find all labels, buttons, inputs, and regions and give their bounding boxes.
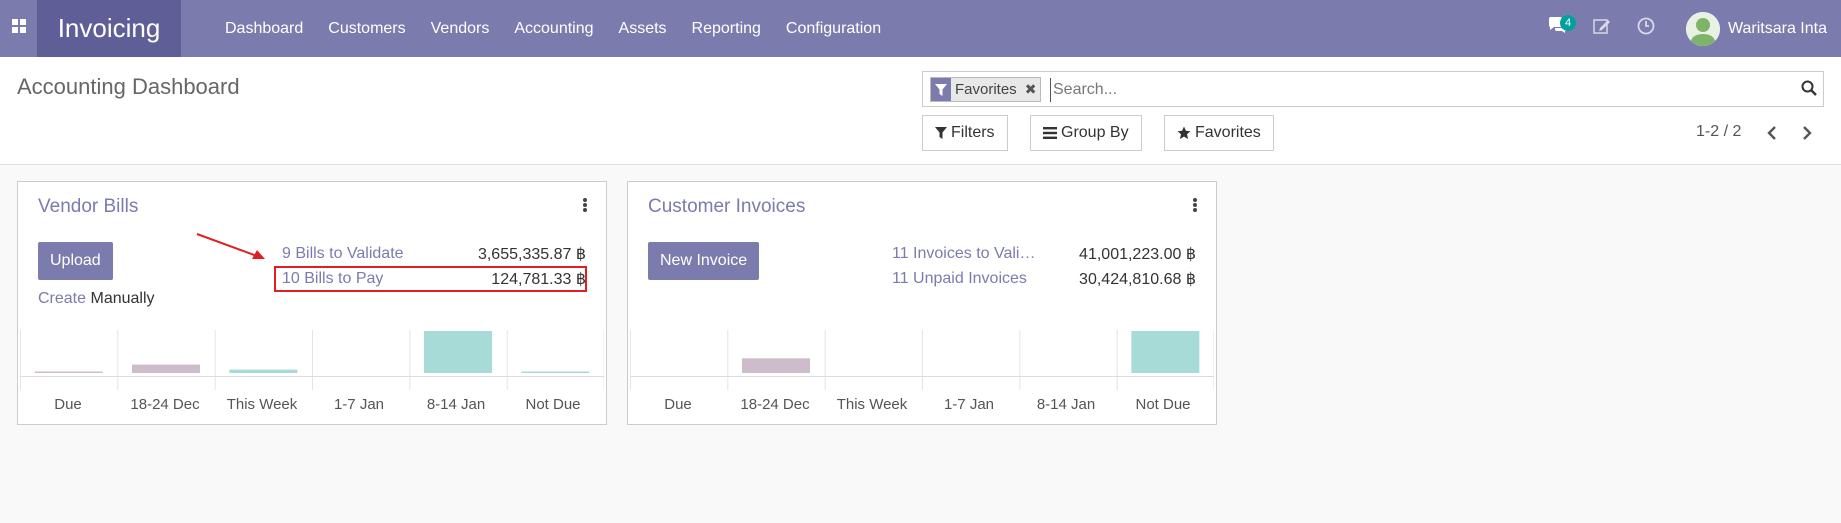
chart-tick-label: This Week <box>226 396 298 413</box>
chart-tick-label: Not Due <box>525 396 581 413</box>
chart-bar-18-24-dec[interactable] <box>742 358 810 373</box>
vendor-chart-labels: Due 18-24 Dec This Week 1-7 Jan 8-14 Jan… <box>20 396 604 416</box>
clock-icon <box>1637 17 1655 40</box>
search-box: Favorites ✖ <box>922 71 1824 107</box>
chart-tick-label: 18-24 Dec <box>740 396 810 413</box>
apps-grid-icon <box>11 19 26 38</box>
chart-bar-due[interactable] <box>34 371 103 374</box>
group-by-button[interactable]: Group By <box>1030 115 1142 151</box>
favorites-label: Favorites <box>1195 124 1261 141</box>
chevron-right-icon <box>1803 126 1812 140</box>
chart-tick-label: 1-7 Jan <box>943 396 995 413</box>
pager-next-button[interactable] <box>1797 121 1817 145</box>
top-navbar: Invoicing Dashboard Customers Vendors Ac… <box>0 0 1841 57</box>
apps-menu-button[interactable] <box>0 0 37 57</box>
app-brand[interactable]: Invoicing <box>37 0 181 57</box>
stat-row: 9 Bills to Validate 3,655,335.87 ฿ <box>282 242 586 266</box>
bills-to-validate-amount: 3,655,335.87 ฿ <box>477 246 586 263</box>
favorites-button[interactable]: Favorites <box>1164 115 1274 151</box>
page-title: Accounting Dashboard <box>17 74 240 99</box>
vendor-aged-chart <box>20 330 604 390</box>
chart-tick-label: Due <box>664 396 692 413</box>
chart-bar-not-due[interactable] <box>1131 331 1200 373</box>
chevron-left-icon <box>1767 126 1776 140</box>
card-title[interactable]: Vendor Bills <box>38 196 138 218</box>
menu-dashboard[interactable]: Dashboard <box>225 20 303 38</box>
group-by-label: Group By <box>1061 124 1129 141</box>
create-link[interactable]: Create <box>38 290 86 307</box>
chart-bar-this-week[interactable] <box>229 369 298 373</box>
menu-assets[interactable]: Assets <box>619 20 667 38</box>
facet-remove-icon[interactable]: ✖ <box>1021 78 1041 101</box>
menu-customers[interactable]: Customers <box>328 20 405 38</box>
edit-icon <box>1593 17 1611 40</box>
highlight-annotation-box <box>274 266 587 292</box>
unpaid-invoices-amount: 30,424,810.68 ฿ <box>1079 271 1196 288</box>
chart-tick-label: 18-24 Dec <box>130 396 200 413</box>
customer-aged-chart <box>630 330 1214 390</box>
menu-accounting[interactable]: Accounting <box>514 20 593 38</box>
chart-tick-label: 8-14 Jan <box>1036 396 1096 413</box>
messages-count-badge: 4 <box>1560 15 1577 31</box>
chart-tick-label: Due <box>54 396 82 413</box>
activities-button[interactable] <box>1624 0 1668 57</box>
menu-reporting[interactable]: Reporting <box>692 20 761 38</box>
main-menu: Dashboard Customers Vendors Accounting A… <box>225 0 906 57</box>
search-icon[interactable] <box>1801 80 1817 101</box>
invoices-to-validate-amount: 41,001,223.00 ฿ <box>1079 246 1196 263</box>
search-facet: Favorites ✖ <box>930 77 1042 102</box>
chart-tick-label: 8-14 Jan <box>426 396 486 413</box>
star-icon <box>1177 126 1191 139</box>
facet-label: Favorites <box>955 81 1017 98</box>
user-name[interactable]: Waritsara Inta <box>1728 20 1827 38</box>
customer-chart-labels: Due 18-24 Dec This Week 1-7 Jan 8-14 Jan… <box>630 396 1214 416</box>
customer-invoices-card: Customer Invoices New Invoice 11 Invoice… <box>627 181 1217 425</box>
chart-bar-8-14-jan[interactable] <box>424 331 492 373</box>
filter-icon <box>931 78 951 101</box>
chart-tick-label: Not Due <box>1135 396 1191 413</box>
menu-vendors[interactable]: Vendors <box>431 20 490 38</box>
new-invoice-button[interactable]: New Invoice <box>648 242 760 280</box>
invoices-to-validate-link[interactable]: 11 Invoices to Validate <box>892 245 1040 263</box>
menu-configuration[interactable]: Configuration <box>786 20 881 38</box>
unpaid-invoices-link[interactable]: 11 Unpaid Invoices <box>892 270 1027 288</box>
create-manually: Create Manually <box>38 290 155 308</box>
filter-icon <box>935 127 947 139</box>
annotation-arrow-icon <box>196 233 265 259</box>
card-menu-kebab-icon[interactable] <box>580 196 590 214</box>
user-avatar[interactable] <box>1686 11 1720 46</box>
chart-tick-label: 1-7 Jan <box>333 396 385 413</box>
pager-previous-button[interactable] <box>1762 121 1782 145</box>
filters-button[interactable]: Filters <box>922 115 1008 151</box>
bills-to-validate-link[interactable]: 9 Bills to Validate <box>282 245 404 263</box>
messages-button[interactable]: 4 <box>1536 0 1580 57</box>
chart-tick-label: This Week <box>836 396 908 413</box>
card-title[interactable]: Customer Invoices <box>648 196 805 218</box>
navbar-right: 4 Waritsara Inta <box>1536 0 1841 57</box>
chart-bar-not-due[interactable] <box>521 371 590 374</box>
vendor-bills-card: Vendor Bills Upload Create Manually 9 Bi… <box>17 181 607 425</box>
filters-label: Filters <box>951 124 995 141</box>
search-input[interactable] <box>1050 78 1690 102</box>
pager-value[interactable]: 1-2 / 2 <box>1696 123 1741 141</box>
card-menu-kebab-icon[interactable] <box>1190 196 1200 214</box>
control-panel: Accounting Dashboard Favorites ✖ Filters… <box>0 57 1841 165</box>
upload-button[interactable]: Upload <box>38 242 113 280</box>
list-icon <box>1043 127 1057 139</box>
stat-row: 11 Invoices to Validate 41,001,223.00 ฿ <box>892 242 1196 266</box>
edit-button[interactable] <box>1580 0 1624 57</box>
create-manually-text: Manually <box>90 290 155 307</box>
stat-row: 11 Unpaid Invoices 30,424,810.68 ฿ <box>892 267 1196 291</box>
chart-bar-18-24-dec[interactable] <box>132 364 200 373</box>
